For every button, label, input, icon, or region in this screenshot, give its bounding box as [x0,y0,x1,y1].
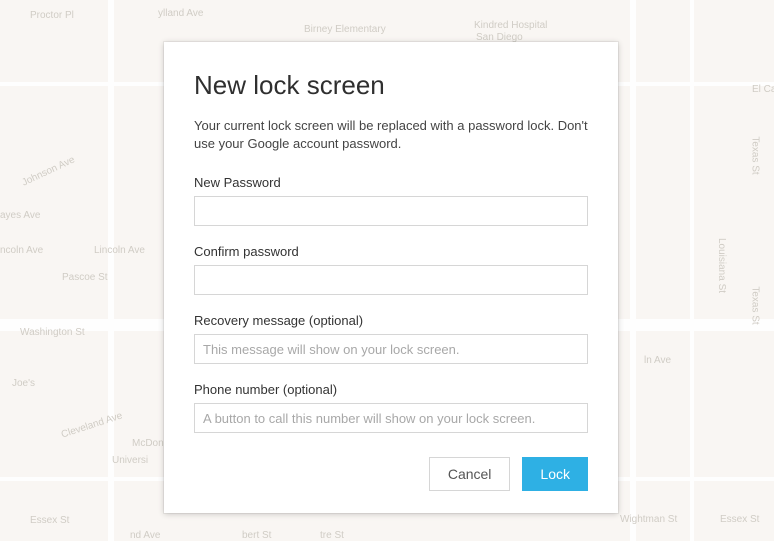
dialog-title: New lock screen [194,70,588,101]
recovery-message-label: Recovery message (optional) [194,313,588,328]
recovery-message-input[interactable] [194,334,588,364]
dialog-actions: Cancel Lock [194,457,588,491]
phone-number-field: Phone number (optional) [194,382,588,433]
phone-number-input[interactable] [194,403,588,433]
confirm-password-label: Confirm password [194,244,588,259]
phone-number-label: Phone number (optional) [194,382,588,397]
lock-screen-dialog: New lock screen Your current lock screen… [164,42,618,513]
lock-button[interactable]: Lock [522,457,588,491]
confirm-password-input[interactable] [194,265,588,295]
dialog-description: Your current lock screen will be replace… [194,117,588,153]
new-password-label: New Password [194,175,588,190]
cancel-button[interactable]: Cancel [429,457,511,491]
new-password-input[interactable] [194,196,588,226]
confirm-password-field: Confirm password [194,244,588,295]
recovery-message-field: Recovery message (optional) [194,313,588,364]
new-password-field: New Password [194,175,588,226]
